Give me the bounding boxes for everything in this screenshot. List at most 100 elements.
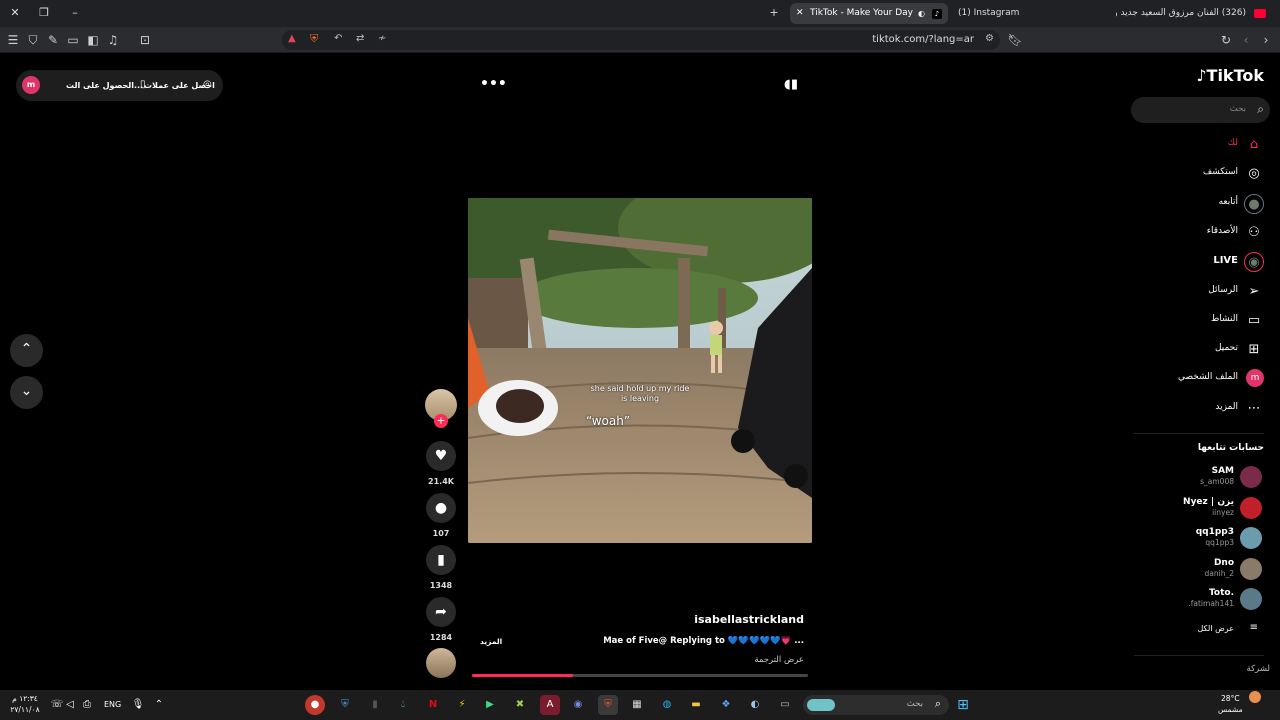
- more-link[interactable]: المزيد: [480, 637, 502, 646]
- reader-icon[interactable]: ≁: [378, 33, 386, 44]
- nav-item[interactable]: الرسائل ➢: [1134, 282, 1264, 302]
- sidebar-icon[interactable]: ◧: [85, 32, 101, 48]
- tab-tiktok[interactable]: ✕ TikTok - Make Your Day ◐ ♪: [790, 3, 948, 24]
- netflix-icon[interactable]: N: [423, 695, 443, 715]
- following-account[interactable]: Dno danih_2: [1134, 556, 1264, 582]
- following-account[interactable]: Toto. .fatimah141: [1134, 586, 1264, 612]
- microphone-icon[interactable]: 🎙︎: [128, 695, 148, 715]
- nav-item-label: المزيد: [1215, 401, 1238, 412]
- taskbar-search-input[interactable]: بحث ⌕: [803, 695, 949, 715]
- display-icon[interactable]: ⎙: [77, 695, 97, 715]
- nav-item[interactable]: LIVE ◉: [1134, 252, 1264, 273]
- music-disc-icon[interactable]: [426, 648, 456, 678]
- brave-shield-icon[interactable]: ⛨: [310, 32, 318, 46]
- steam-icon[interactable]: ◐: [745, 695, 765, 715]
- address-bar[interactable]: ▲ ⛨ ↶ ⇄ ≁ tiktok.com/?lang=ar ⚙: [282, 30, 1000, 50]
- avatar[interactable]: m: [22, 76, 40, 94]
- search-icon[interactable]: ⌕: [1257, 102, 1264, 117]
- minimize-window-icon[interactable]: –: [67, 5, 83, 21]
- nav-item[interactable]: لك ⌂: [1134, 135, 1264, 155]
- coin-icon: ◎: [203, 79, 212, 90]
- clock[interactable]: ١٢:٣٤ م ٢٧/١١/٠٨: [8, 693, 42, 715]
- video-progress-bar[interactable]: [472, 674, 808, 677]
- close-window-icon[interactable]: ✕: [7, 5, 23, 21]
- app-icon-play[interactable]: ▶: [480, 695, 500, 715]
- reply-icon[interactable]: ↶: [334, 33, 342, 44]
- previous-video-button[interactable]: ⌃: [10, 334, 43, 367]
- get-app-link[interactable]: الحصول على الت...: [66, 81, 143, 90]
- nav-item[interactable]: أتابعه ●: [1134, 193, 1264, 214]
- url-text[interactable]: tiktok.com/?lang=ar: [872, 34, 974, 45]
- tab-close-icon[interactable]: ✕: [796, 3, 804, 24]
- home-icon: ⌂: [1249, 137, 1259, 152]
- store-icon[interactable]: ▦: [627, 695, 647, 715]
- discord-icon[interactable]: ◉: [568, 695, 588, 715]
- save-button[interactable]: ▮: [426, 545, 456, 575]
- company-link[interactable]: لشركة: [1247, 664, 1270, 674]
- reload-icon[interactable]: ↻: [1218, 32, 1234, 48]
- tabs-icon[interactable]: ▭: [65, 32, 81, 48]
- app-icon-grid[interactable]: ❖: [716, 695, 736, 715]
- app-icon-lightning[interactable]: ⚡︎: [452, 695, 472, 715]
- nav-item[interactable]: الملف الشخصي m: [1134, 369, 1264, 389]
- list-icon: ≡: [1249, 622, 1258, 633]
- app-icon-blank[interactable]: ▮: [365, 695, 385, 715]
- tiktok-logo[interactable]: ♪TikTok: [1196, 66, 1264, 85]
- follow-plus-icon[interactable]: +: [434, 414, 448, 428]
- brave-rewards-icon[interactable]: ▲: [288, 33, 296, 44]
- music-icon[interactable]: ♫: [105, 32, 121, 48]
- nav-item[interactable]: الأصدقاء ⚇: [1134, 223, 1264, 243]
- next-video-button[interactable]: ⌄: [10, 376, 43, 409]
- share-button[interactable]: ➦: [426, 597, 456, 627]
- more-options-icon[interactable]: •••: [480, 76, 507, 92]
- browser-tab-bar: ✕ ❐ – + ✕ TikTok - Make Your Day ◐ ♪ (1)…: [0, 0, 1280, 27]
- following-account[interactable]: SAM s_am008: [1134, 464, 1264, 490]
- xbox-icon[interactable]: ✖: [510, 695, 530, 715]
- app-icon-shield[interactable]: ⛨: [335, 695, 355, 715]
- video-player[interactable]: she said hold up my ride is leaving “woa…: [468, 198, 812, 543]
- translate-link[interactable]: عرض الترجمة: [600, 655, 804, 665]
- app-icon-a[interactable]: A: [540, 695, 560, 715]
- back-icon[interactable]: ‹: [1238, 32, 1254, 48]
- browser-toolbar: ☰ ⛉ ✎ ▭ ◧ ♫ ⊡ ▲ ⛨ ↶ ⇄ ≁ tiktok.com/?lang…: [0, 27, 1280, 53]
- following-account[interactable]: qq1pp3 qq1pp3: [1134, 525, 1264, 551]
- screenshot-icon[interactable]: ⊡: [137, 32, 153, 48]
- pin-icon[interactable]: ✎: [45, 32, 61, 48]
- forward-icon[interactable]: ›: [1258, 32, 1274, 48]
- shield-icon[interactable]: ⛉: [25, 32, 41, 48]
- tab-instagram[interactable]: (1) Instagram: [952, 3, 1092, 24]
- translate-icon[interactable]: ⇄: [356, 33, 364, 44]
- new-tab-button[interactable]: +: [766, 5, 782, 21]
- site-settings-icon[interactable]: ⚙: [985, 33, 994, 44]
- nav-item-label: استكشف: [1202, 167, 1238, 178]
- following-account[interactable]: Nyez | يزن iinyez: [1134, 495, 1264, 521]
- language-indicator[interactable]: ENG: [104, 700, 121, 709]
- windows-start-icon[interactable]: ⊞: [953, 695, 973, 715]
- nav-item[interactable]: النشاط ▭: [1134, 311, 1264, 331]
- tab-audio-icon[interactable]: ◐: [918, 3, 925, 24]
- app-icon-record[interactable]: ●: [305, 695, 325, 715]
- volume-icon[interactable]: ◖▮: [784, 77, 798, 92]
- comment-button[interactable]: ●: [426, 493, 456, 523]
- tab-youtube[interactable]: (326) الفنان مرزوق السعيد جديد وحصري: [1112, 3, 1280, 24]
- see-all-button[interactable]: عرض الكل ≡: [1134, 622, 1264, 637]
- chevron-up-icon[interactable]: ⌃: [149, 695, 169, 715]
- bookmark-icon[interactable]: 🔖︎: [1007, 32, 1023, 48]
- weather-widget[interactable]: 28°C مشمس: [1218, 693, 1243, 715]
- nav-item[interactable]: المزيد ⋯: [1134, 399, 1264, 419]
- brave-icon[interactable]: ⛨: [598, 695, 618, 715]
- app-icon-drop[interactable]: 💧︎: [393, 695, 413, 715]
- nav-item[interactable]: استكشف ◎: [1134, 164, 1264, 184]
- video-caption-line-3: “woah”: [585, 414, 631, 428]
- search-input[interactable]: بحث ⌕: [1131, 97, 1270, 123]
- nav-item[interactable]: تحميل ⊞: [1134, 340, 1264, 360]
- search-placeholder: بحث: [1229, 104, 1246, 114]
- post-author[interactable]: isabellastrickland: [468, 613, 804, 626]
- like-button[interactable]: ♥: [426, 441, 456, 471]
- menu-icon[interactable]: ☰: [5, 32, 21, 48]
- edge-icon[interactable]: ◍: [657, 695, 677, 715]
- app-icon-window[interactable]: ▭: [775, 695, 795, 715]
- restore-window-icon[interactable]: ❐: [36, 5, 52, 21]
- nav-item-label: الملف الشخصي: [1178, 372, 1238, 383]
- folder-icon[interactable]: ▬: [686, 695, 706, 715]
